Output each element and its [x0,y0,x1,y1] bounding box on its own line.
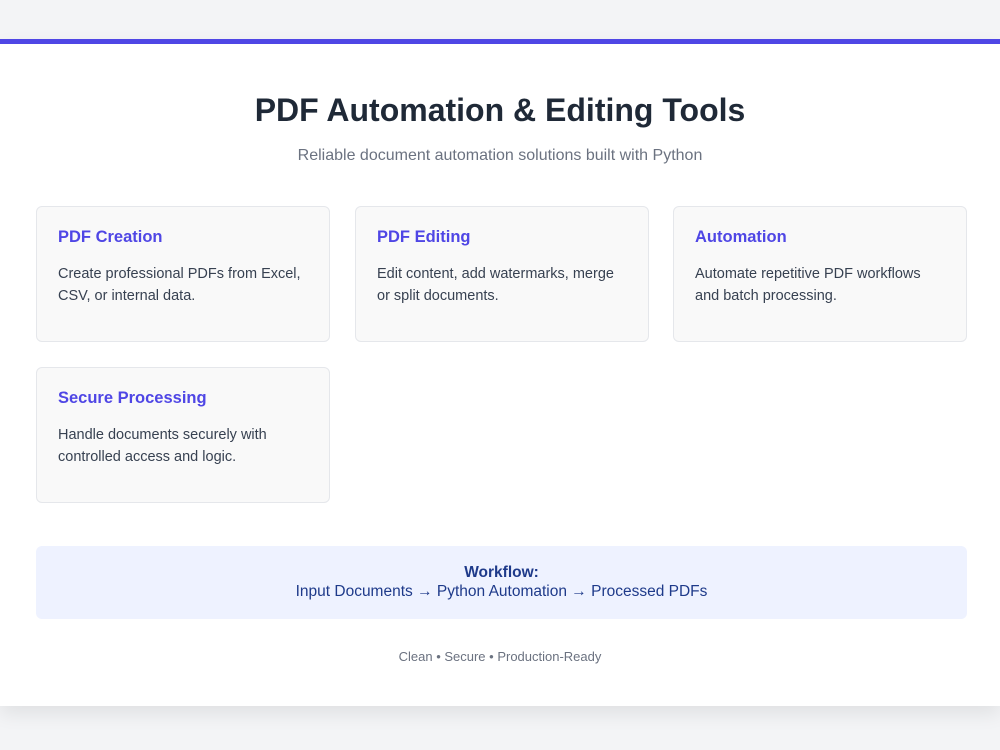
feature-card-automation: Automation Automate repetitive PDF workf… [673,206,967,342]
feature-description: Create professional PDFs from Excel, CSV… [58,266,301,304]
feature-description: Automate repetitive PDF workflows and ba… [695,266,921,304]
workflow-steps: Input Documents → Python Automation → Pr… [295,583,708,600]
feature-card-pdf-creation: PDF Creation Create professional PDFs fr… [36,206,330,342]
page-subtitle: Reliable document automation solutions b… [297,147,703,164]
feature-title: Secure Processing [58,389,207,407]
feature-title: Automation [695,228,787,246]
footer-text: Clean • Secure • Production-Ready [398,649,602,664]
feature-card-pdf-editing: PDF Editing Edit content, add watermarks… [355,206,649,342]
feature-description: Handle documents securely with controlle… [58,427,267,465]
main-card: PDF Automation & Editing Tools Reliable … [0,39,1000,706]
workflow-box: Workflow: Input Documents → Python Autom… [36,546,967,619]
feature-title: PDF Creation [58,228,163,246]
feature-title: PDF Editing [377,228,471,246]
workflow-label: Workflow: [464,564,539,581]
page-title: PDF Automation & Editing Tools [254,92,746,128]
feature-card-secure-processing: Secure Processing Handle documents secur… [36,367,330,503]
feature-description: Edit content, add watermarks, merge or s… [377,266,614,304]
